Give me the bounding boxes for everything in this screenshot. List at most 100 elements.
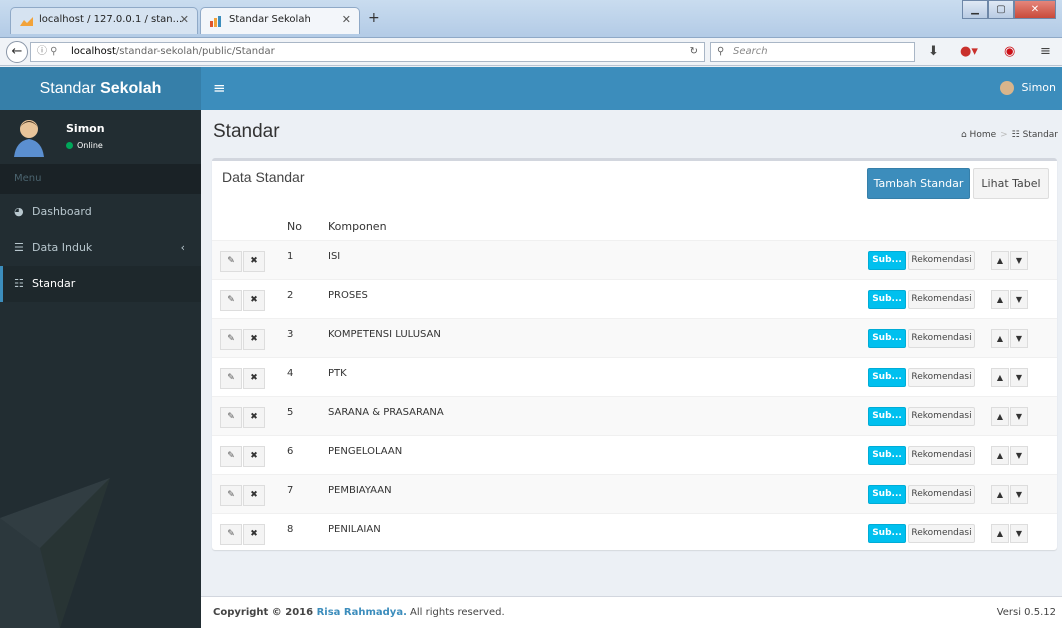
- move-up-icon[interactable]: ▲: [991, 485, 1009, 504]
- table-row: ✎ ✖ 1 ISI Sub... Rekomendasi ▲ ▼: [212, 240, 1057, 279]
- browser-tab-standar-sekolah[interactable]: Standar Sekolah ✕: [200, 7, 360, 34]
- sub-button[interactable]: Sub...: [868, 485, 906, 504]
- delete-icon[interactable]: ✖: [243, 485, 265, 506]
- sidebar-item-data-induk[interactable]: ☰ Data Induk ‹: [0, 230, 201, 266]
- url-path: /standar-sekolah/public/Standar: [115, 46, 275, 57]
- edit-icon[interactable]: ✎: [220, 407, 242, 428]
- data-standar-box: Data Standar Tambah Standar Lihat Tabel …: [212, 158, 1057, 550]
- tambah-standar-button[interactable]: Tambah Standar: [867, 168, 970, 199]
- sub-button[interactable]: Sub...: [868, 368, 906, 387]
- rights-text: All rights reserved.: [406, 607, 505, 618]
- row-number: 8: [287, 524, 294, 535]
- user-name: Simon: [1021, 81, 1056, 94]
- sub-button[interactable]: Sub...: [868, 446, 906, 465]
- rekomendasi-button[interactable]: Rekomendasi: [908, 485, 975, 504]
- avatar: [999, 81, 1014, 95]
- move-up-icon[interactable]: ▲: [991, 524, 1009, 543]
- rekomendasi-button[interactable]: Rekomendasi: [908, 446, 975, 465]
- close-tab-icon[interactable]: ✕: [342, 13, 351, 26]
- delete-icon[interactable]: ✖: [243, 290, 265, 311]
- breadcrumb: ⌂ Home > ☷ Standar: [961, 130, 1058, 140]
- sidebar-item-label: Standar: [32, 277, 76, 290]
- edit-icon[interactable]: ✎: [220, 368, 242, 389]
- adblock-icon[interactable]: ●▾: [960, 44, 978, 59]
- sidebar-item-dashboard[interactable]: ◕ Dashboard: [0, 194, 201, 230]
- delete-icon[interactable]: ✖: [243, 329, 265, 350]
- edit-icon[interactable]: ✎: [220, 446, 242, 467]
- edit-icon[interactable]: ✎: [220, 524, 242, 545]
- sidebar-item-standar[interactable]: ☷ Standar: [0, 266, 201, 302]
- rekomendasi-button[interactable]: Rekomendasi: [908, 290, 975, 309]
- sub-button[interactable]: Sub...: [868, 290, 906, 309]
- user-menu[interactable]: Simon: [999, 81, 1056, 95]
- move-up-icon[interactable]: ▲: [991, 368, 1009, 387]
- browser-search-input[interactable]: ⚲ Search: [710, 42, 915, 62]
- download-icon[interactable]: ⬇: [928, 44, 939, 59]
- reload-icon[interactable]: ↻: [690, 43, 698, 61]
- menu-hamburger-icon[interactable]: ≡: [1040, 44, 1051, 59]
- move-down-icon[interactable]: ▼: [1010, 524, 1028, 543]
- back-arrow-icon[interactable]: ←: [6, 41, 28, 63]
- edit-icon[interactable]: ✎: [220, 290, 242, 311]
- site-info-icon[interactable]: ⓘ ⚲: [37, 43, 58, 61]
- edit-icon[interactable]: ✎: [220, 485, 242, 506]
- rekomendasi-button[interactable]: Rekomendasi: [908, 407, 975, 426]
- phpmyadmin-icon: [20, 16, 33, 27]
- move-down-icon[interactable]: ▼: [1010, 485, 1028, 504]
- minimize-icon[interactable]: ▁: [962, 0, 988, 19]
- move-down-icon[interactable]: ▼: [1010, 446, 1028, 465]
- delete-icon[interactable]: ✖: [243, 407, 265, 428]
- new-tab-icon[interactable]: +: [368, 10, 380, 26]
- move-up-icon[interactable]: ▲: [991, 329, 1009, 348]
- move-up-icon[interactable]: ▲: [991, 290, 1009, 309]
- maximize-icon[interactable]: ▢: [988, 0, 1014, 19]
- delete-icon[interactable]: ✖: [243, 368, 265, 389]
- sub-button[interactable]: Sub...: [868, 407, 906, 426]
- rekomendasi-button[interactable]: Rekomendasi: [908, 368, 975, 387]
- close-tab-icon[interactable]: ✕: [180, 13, 189, 26]
- edit-icon[interactable]: ✎: [220, 329, 242, 350]
- rekomendasi-button[interactable]: Rekomendasi: [908, 329, 975, 348]
- rekomendasi-button[interactable]: Rekomendasi: [908, 251, 975, 270]
- table-row: ✎ ✖ 6 PENGELOLAAN Sub... Rekomendasi ▲ ▼: [212, 435, 1057, 474]
- address-bar[interactable]: ⓘ ⚲ localhost/standar-sekolah/public/Sta…: [30, 42, 705, 62]
- row-number: 5: [287, 407, 294, 418]
- footer: Copyright © 2016 Risa Rahmadya. All righ…: [201, 596, 1062, 628]
- search-icon: ⚲: [717, 46, 725, 57]
- row-komponen: PTK: [328, 368, 347, 379]
- sub-button[interactable]: Sub...: [868, 524, 906, 543]
- edit-icon[interactable]: ✎: [220, 251, 242, 272]
- move-up-icon[interactable]: ▲: [991, 407, 1009, 426]
- sidebar-toggle-icon[interactable]: ≡: [213, 79, 226, 97]
- move-down-icon[interactable]: ▼: [1010, 329, 1028, 348]
- sub-button[interactable]: Sub...: [868, 251, 906, 270]
- author-link[interactable]: Risa Rahmadya.: [317, 607, 407, 618]
- move-up-icon[interactable]: ▲: [991, 251, 1009, 270]
- row-komponen: PROSES: [328, 290, 368, 301]
- opera-icon[interactable]: ◉: [1004, 44, 1015, 59]
- move-down-icon[interactable]: ▼: [1010, 290, 1028, 309]
- move-up-icon[interactable]: ▲: [991, 446, 1009, 465]
- rekomendasi-button[interactable]: Rekomendasi: [908, 524, 975, 543]
- sub-button[interactable]: Sub...: [868, 329, 906, 348]
- breadcrumb-current: Standar: [1022, 130, 1058, 140]
- delete-icon[interactable]: ✖: [243, 446, 265, 467]
- move-down-icon[interactable]: ▼: [1010, 407, 1028, 426]
- row-number: 1: [287, 251, 294, 262]
- url-host: localhost: [71, 46, 116, 57]
- logo-light-text: Standar: [39, 80, 101, 97]
- app-logo[interactable]: Standar Sekolah: [0, 67, 201, 110]
- window-close-icon[interactable]: ✕: [1014, 0, 1056, 19]
- delete-icon[interactable]: ✖: [243, 251, 265, 272]
- column-header-komponen: Komponen: [328, 220, 387, 233]
- breadcrumb-separator: >: [1000, 130, 1008, 140]
- lihat-tabel-button[interactable]: Lihat Tabel: [973, 168, 1049, 199]
- tab-label: Standar Sekolah: [229, 14, 311, 25]
- browser-tab-phpmyadmin[interactable]: localhost / 127.0.0.1 / stan... ✕: [10, 7, 198, 34]
- delete-icon[interactable]: ✖: [243, 524, 265, 545]
- breadcrumb-home[interactable]: Home: [970, 130, 997, 140]
- move-down-icon[interactable]: ▼: [1010, 251, 1028, 270]
- watermark-logo: [0, 478, 110, 628]
- table-row: ✎ ✖ 3 KOMPETENSI LULUSAN Sub... Rekomendasi ▲ ▼: [212, 318, 1057, 357]
- move-down-icon[interactable]: ▼: [1010, 368, 1028, 387]
